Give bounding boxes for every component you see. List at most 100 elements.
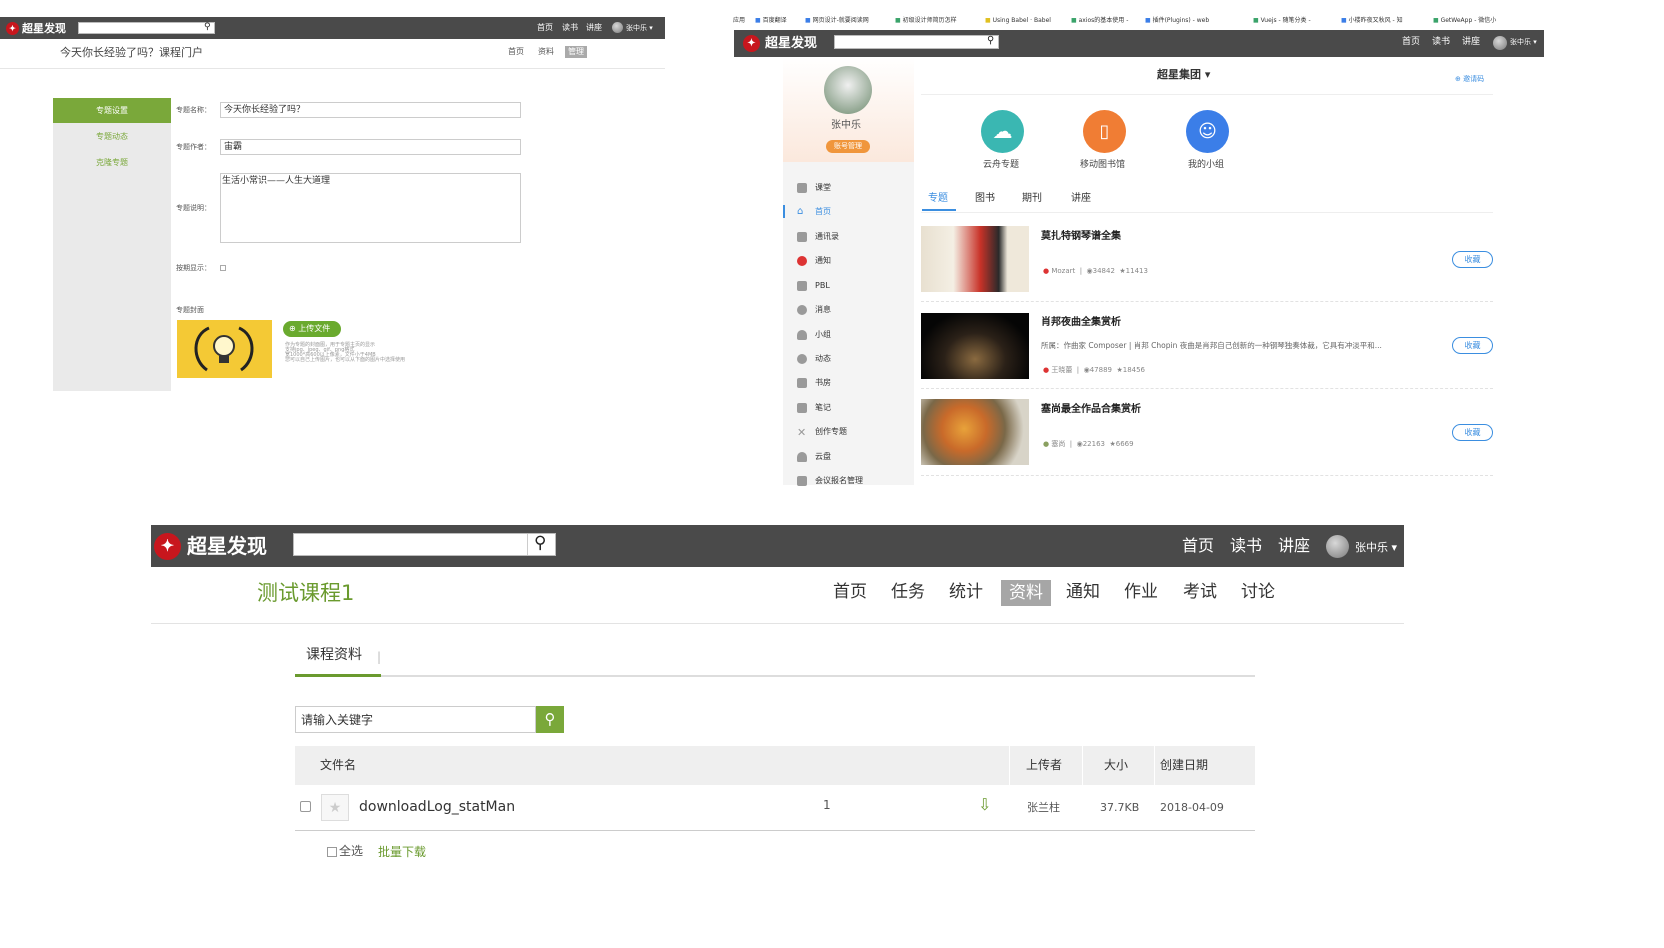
group-switcher[interactable]: 超星集团 ▾ — [1157, 69, 1210, 80]
select-all-label[interactable]: 全选 — [339, 845, 363, 857]
nav-read[interactable]: 读书 — [1432, 38, 1450, 47]
course-nav-exam[interactable]: 考试 — [1183, 584, 1217, 601]
mobile-library-icon[interactable]: ▯ — [1083, 110, 1126, 153]
brand-name[interactable]: 超星发现 — [22, 23, 66, 34]
sidebar-item-pbl[interactable]: PBL — [815, 282, 830, 290]
sidebar-item-create-topic[interactable]: 创作专题 — [815, 428, 847, 436]
app-my-group[interactable]: 我的小组 — [1188, 161, 1224, 170]
search-input[interactable] — [293, 533, 556, 556]
col-uploader[interactable]: 上传者 — [1026, 759, 1062, 771]
course-nav-homework[interactable]: 作业 — [1124, 584, 1158, 601]
nav-read[interactable]: 读书 — [1230, 538, 1262, 554]
row-checkbox[interactable] — [300, 801, 311, 812]
favorite-button[interactable]: 收藏 — [1452, 337, 1493, 354]
app-cloud-topic[interactable]: 云舟专题 — [983, 161, 1019, 170]
nav-home[interactable]: 首页 — [1402, 38, 1420, 47]
upload-button[interactable]: ⊕ 上传文件 — [283, 321, 341, 337]
bookmark-3[interactable]: ■ 初级设计师简历怎样 — [895, 18, 957, 24]
app-mobile-library[interactable]: 移动图书馆 — [1080, 161, 1125, 170]
nav-lecture[interactable]: 讲座 — [586, 24, 602, 32]
name-field[interactable]: 今天你长经验了吗？ — [220, 102, 521, 118]
logo-icon[interactable]: ✦ — [6, 22, 19, 35]
favorite-button[interactable]: 收藏 — [1452, 251, 1493, 268]
card-thumbnail-chopin[interactable] — [921, 313, 1029, 379]
search-input[interactable] — [78, 22, 215, 34]
profile-avatar[interactable] — [824, 66, 872, 114]
course-nav-discussion[interactable]: 讨论 — [1241, 584, 1275, 601]
keyword-input[interactable]: 请输入关键字 — [295, 706, 536, 733]
search-icon[interactable]: ⚲ — [987, 36, 994, 46]
bookmark-5[interactable]: ■ axios的基本使用 - — [1071, 18, 1128, 24]
sidebar-item-home[interactable]: 首页 — [815, 208, 831, 216]
logo-icon[interactable]: ✦ — [154, 533, 181, 560]
account-button[interactable]: 账号管理 — [826, 140, 870, 153]
cloud-download-icon[interactable]: ⇩ — [978, 797, 991, 813]
user-menu[interactable]: 张中乐 ▾ — [1510, 39, 1537, 46]
sidebar-item-classroom[interactable]: 课堂 — [815, 184, 831, 192]
user-menu[interactable]: 张中乐 ▾ — [626, 25, 653, 32]
bookmark-6[interactable]: ■ 插件(Plugins) - web — [1145, 18, 1209, 24]
bookmark-2[interactable]: ■ 网页设计-就要阅读网 — [805, 18, 869, 24]
nav-read[interactable]: 读书 — [562, 24, 578, 32]
bookmark-7[interactable]: ■ Vuejs - 随笔分类 - — [1253, 18, 1311, 24]
sidebar-item-notice[interactable]: 通知 — [815, 257, 831, 265]
search-icon[interactable]: ⚲ — [534, 535, 546, 552]
card-thumbnail-cezanne[interactable] — [921, 399, 1029, 465]
sidebar-item-activity[interactable]: 动态 — [815, 355, 831, 363]
subnav-manage[interactable]: 管理 — [565, 46, 587, 58]
cloud-topic-icon[interactable]: ☁ — [981, 110, 1024, 153]
sidebar-item-contacts[interactable]: 通讯录 — [815, 233, 839, 241]
sidebar-item-meeting[interactable]: 会议报名管理 — [815, 477, 863, 485]
brand-name[interactable]: 超星发现 — [187, 536, 267, 556]
col-filename[interactable]: 文件名 — [320, 759, 356, 771]
nav-lecture[interactable]: 讲座 — [1462, 38, 1480, 47]
avatar[interactable] — [1493, 36, 1507, 50]
tab-course-resources[interactable]: 课程资料 — [306, 648, 362, 662]
avatar[interactable] — [1326, 535, 1349, 558]
subnav-resources[interactable]: 资料 — [538, 48, 554, 56]
bookmark-4[interactable]: ■ Using Babel · Babel — [985, 18, 1051, 24]
tab-topics[interactable]: 专题 — [928, 194, 948, 204]
sidebar-item-message[interactable]: 消息 — [815, 306, 831, 314]
brand-name[interactable]: 超星发现 — [765, 37, 817, 50]
card-thumbnail-mozart[interactable] — [921, 226, 1029, 292]
logo-icon[interactable]: ✦ — [743, 35, 760, 52]
author-field[interactable]: 宙霸 — [220, 139, 521, 155]
tab-journals[interactable]: 期刊 — [1022, 194, 1042, 204]
course-nav-tasks[interactable]: 任务 — [891, 584, 925, 601]
bookmark-8[interactable]: ■ 小楼昨夜又秋风 - 知 — [1341, 18, 1403, 24]
show-checkbox[interactable] — [220, 265, 226, 271]
sidebar-item-notes[interactable]: 笔记 — [815, 404, 831, 412]
avatar[interactable] — [612, 22, 623, 33]
course-nav-home[interactable]: 首页 — [833, 584, 867, 601]
batch-download-link[interactable]: 批量下载 — [378, 846, 426, 858]
select-all-checkbox[interactable] — [327, 847, 337, 857]
sidebar-item-group[interactable]: 小组 — [815, 331, 831, 339]
bookmark-1[interactable]: ■ 百度翻译 — [755, 18, 787, 24]
search-input[interactable] — [834, 35, 999, 49]
user-menu[interactable]: 张中乐 ▾ — [1355, 542, 1397, 553]
my-group-icon[interactable]: ☺ — [1186, 110, 1229, 153]
col-size[interactable]: 大小 — [1104, 759, 1128, 771]
file-name[interactable]: downloadLog_statMan — [359, 800, 515, 814]
search-button[interactable]: ⚲ — [536, 706, 564, 733]
search-icon[interactable]: ⚲ — [204, 23, 211, 32]
col-created[interactable]: 创建日期 — [1160, 759, 1208, 771]
card-title[interactable]: 莫扎特钢琴谱全集 — [1041, 232, 1121, 242]
nav-lecture[interactable]: 讲座 — [1278, 538, 1310, 554]
sidebar-item-bookshelf[interactable]: 书房 — [815, 379, 831, 387]
subnav-home[interactable]: 首页 — [508, 48, 524, 56]
favorite-button[interactable]: 收藏 — [1452, 424, 1493, 441]
course-nav-notice[interactable]: 通知 — [1066, 584, 1100, 601]
course-nav-resources[interactable]: 资料 — [1001, 580, 1051, 606]
nav-home[interactable]: 首页 — [537, 24, 553, 32]
desc-textarea[interactable]: 生活小常识——人生大道理 — [220, 173, 521, 243]
tab-books[interactable]: 图书 — [975, 194, 995, 204]
card-title[interactable]: 塞尚最全作品合集赏析 — [1041, 405, 1141, 415]
invite-code-link[interactable]: ⊕ 邀请码 — [1455, 76, 1484, 83]
nav-home[interactable]: 首页 — [1182, 538, 1214, 554]
card-title[interactable]: 肖邦夜曲全集赏析 — [1041, 318, 1121, 328]
sidebar-item-clone[interactable]: 克隆专题 — [53, 150, 171, 175]
sidebar-item-cloud[interactable]: 云盘 — [815, 453, 831, 461]
bookmark-9[interactable]: ■ GetWeApp - 微信小 — [1433, 18, 1496, 24]
